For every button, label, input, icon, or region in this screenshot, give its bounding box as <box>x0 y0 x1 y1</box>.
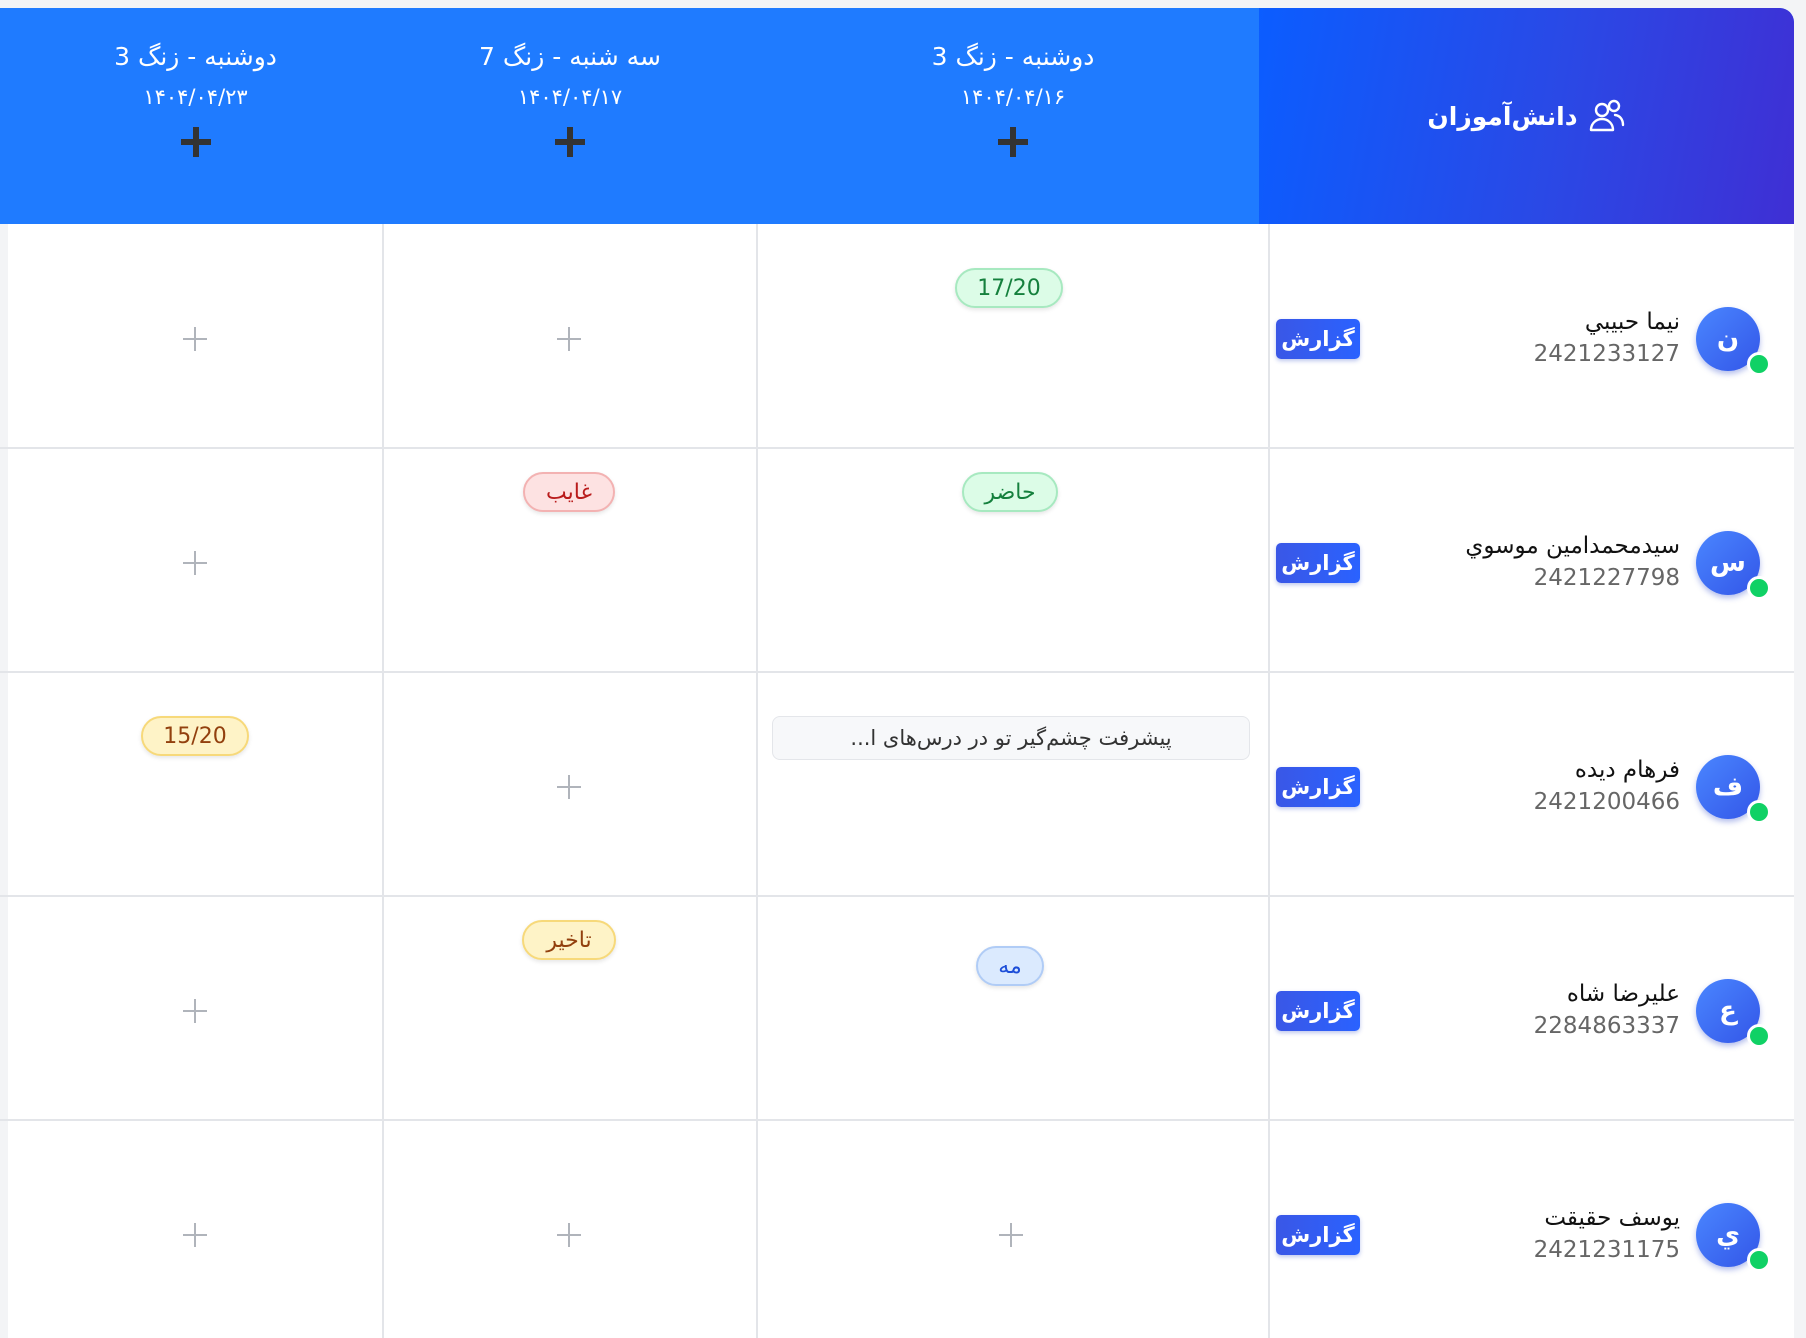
report-button[interactable]: گزارش <box>1276 767 1360 807</box>
online-status-dot <box>1747 800 1771 824</box>
plus-icon <box>183 999 207 1023</box>
online-status-dot <box>1747 576 1771 600</box>
online-status-dot <box>1747 352 1771 376</box>
session-column-header-1: دوشنبه - زنگ 3 ۱۴۰۴/۰۴/۱۶ <box>757 8 1269 224</box>
session-title: دوشنبه - زنگ 3 <box>114 42 277 71</box>
add-entry-button[interactable] <box>997 1221 1025 1249</box>
report-button[interactable]: گزارش <box>1276 543 1360 583</box>
score-badge[interactable]: 15/20 <box>141 716 249 756</box>
student-name: فرهام دیده <box>1574 757 1680 783</box>
row-divider <box>0 671 1794 673</box>
plus-icon <box>557 327 581 351</box>
add-session-entry-button[interactable] <box>553 125 587 159</box>
add-session-entry-button[interactable] <box>179 125 213 159</box>
session-column-header-2: سه شنبه - زنگ 7 ۱۴۰۴/۰۴/۱۷ <box>383 8 757 224</box>
left-gutter <box>0 224 8 1338</box>
note-entry[interactable]: پیشرفت چشم‌گیر تو در درس‌های ا... <box>772 716 1250 760</box>
plus-icon <box>557 1223 581 1247</box>
score-badge[interactable]: 17/20 <box>955 268 1063 308</box>
plus-icon <box>183 551 207 575</box>
add-entry-button[interactable] <box>555 325 583 353</box>
add-session-entry-button[interactable] <box>996 125 1030 159</box>
student-id: 2421233127 <box>1533 341 1680 367</box>
student-name: علیرضا شاه <box>1566 981 1680 1007</box>
add-entry-button[interactable] <box>555 1221 583 1249</box>
online-status-dot <box>1747 1024 1771 1048</box>
plus-icon <box>183 327 207 351</box>
column-divider <box>382 224 384 1338</box>
attendance-present-badge[interactable]: حاضر <box>962 472 1058 512</box>
add-entry-button[interactable] <box>181 997 209 1025</box>
report-button[interactable]: گزارش <box>1276 991 1360 1031</box>
students-group-icon <box>1589 99 1624 132</box>
add-entry-button[interactable] <box>181 325 209 353</box>
grid-header: دوشنبه - زنگ 3 ۱۴۰۴/۰۴/۲۳ سه شنبه - زنگ … <box>0 8 1794 224</box>
status-badge[interactable]: مه <box>976 946 1044 986</box>
plus-icon <box>999 1223 1023 1247</box>
student-id: 2421200466 <box>1533 789 1680 815</box>
student-id: 2421231175 <box>1533 1237 1680 1263</box>
report-button[interactable]: گزارش <box>1276 1215 1360 1255</box>
plus-icon <box>557 775 581 799</box>
plus-icon <box>183 1223 207 1247</box>
student-name: سیدمحمدامین موسوي <box>1465 533 1680 559</box>
column-divider <box>1268 224 1270 1338</box>
student-id: 2284863337 <box>1533 1013 1680 1039</box>
session-date: ۱۴۰۴/۰۴/۱۶ <box>960 85 1066 109</box>
session-title: دوشنبه - زنگ 3 <box>931 42 1095 71</box>
session-date: ۱۴۰۴/۰۴/۱۷ <box>517 85 623 109</box>
student-id: 2421227798 <box>1533 565 1680 591</box>
row-divider <box>0 447 1794 449</box>
row-divider <box>0 895 1794 897</box>
student-name: یوسف حقیقت <box>1544 1205 1680 1231</box>
students-column-title: دانش‌آموزان <box>1427 101 1578 131</box>
add-entry-button[interactable] <box>181 1221 209 1249</box>
session-title: سه شنبه - زنگ 7 <box>479 42 661 71</box>
add-entry-button[interactable] <box>181 549 209 577</box>
student-name: نیما حبیبي <box>1584 309 1680 335</box>
online-status-dot <box>1747 1248 1771 1272</box>
row-divider <box>0 1119 1794 1121</box>
students-column-header: دانش‌آموزان <box>1259 8 1794 224</box>
session-column-header-3: دوشنبه - زنگ 3 ۱۴۰۴/۰۴/۲۳ <box>8 8 383 224</box>
attendance-late-badge[interactable]: تاخیر <box>522 920 616 960</box>
add-entry-button[interactable] <box>555 773 583 801</box>
report-button[interactable]: گزارش <box>1276 319 1360 359</box>
column-divider <box>756 224 758 1338</box>
attendance-grid: دوشنبه - زنگ 3 ۱۴۰۴/۰۴/۲۳ سه شنبه - زنگ … <box>0 8 1794 1338</box>
session-date: ۱۴۰۴/۰۴/۲۳ <box>143 85 248 109</box>
attendance-absent-badge[interactable]: غایب <box>523 472 615 512</box>
